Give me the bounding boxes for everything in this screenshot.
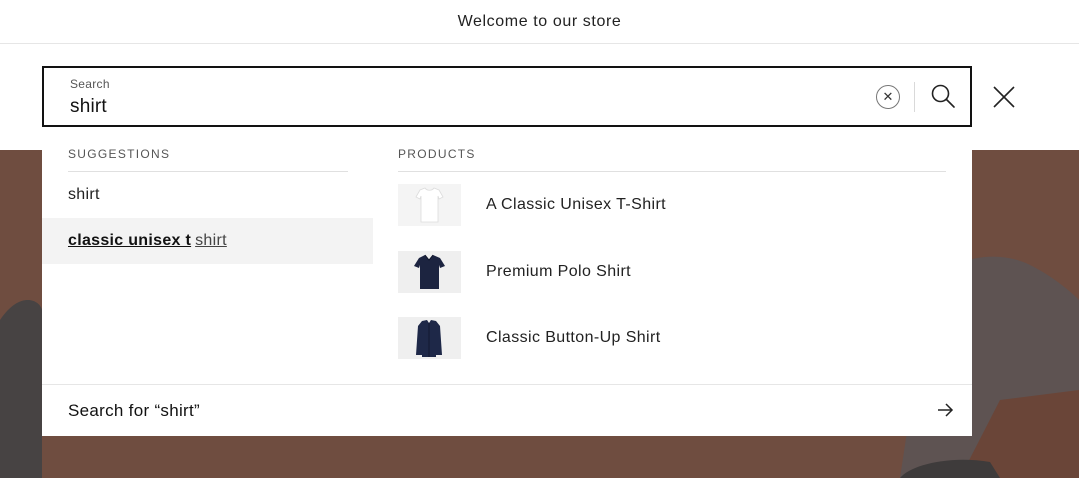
suggestions-heading: SUGGESTIONS: [68, 147, 171, 161]
product-name: A Classic Unisex T-Shirt: [486, 196, 667, 213]
announcement-text: Welcome to our store: [457, 12, 622, 30]
search-for-text: Search for “shirt”: [68, 400, 200, 420]
search-icon: [931, 84, 955, 108]
products-heading: PRODUCTS: [398, 147, 476, 161]
clear-circle-icon: ✕: [882, 89, 894, 104]
suggestion-item[interactable]: shirt: [42, 172, 373, 218]
clear-search-button[interactable]: ✕: [876, 85, 900, 109]
product-thumbnail-navy-button-up: [398, 317, 461, 359]
suggestion-text: shirt: [68, 186, 100, 203]
suggestion-item-highlighted[interactable]: classic unisex t shirt: [42, 218, 373, 264]
products-rule: [398, 171, 946, 172]
product-item[interactable]: A Classic Unisex T-Shirt: [398, 183, 946, 227]
search-label: Search: [70, 77, 110, 91]
product-name: Classic Button-Up Shirt: [486, 329, 661, 346]
search-for-button[interactable]: Search for “shirt”: [42, 385, 972, 436]
close-search-button[interactable]: [990, 83, 1020, 113]
predictive-search-dropdown: SUGGESTIONS shirt classic unisex t shirt …: [42, 127, 972, 436]
product-item[interactable]: Classic Button-Up Shirt: [398, 316, 946, 360]
product-thumbnail-white-tshirt: [398, 184, 461, 226]
search-input[interactable]: shirt: [70, 96, 107, 118]
search-divider: [914, 82, 915, 112]
announcement-bar: Welcome to our store: [0, 0, 1079, 44]
search-field[interactable]: Search shirt ✕: [42, 66, 972, 127]
search-submit-button[interactable]: [930, 83, 956, 109]
close-icon: [993, 86, 1015, 108]
product-thumbnail-navy-polo: [398, 251, 461, 293]
product-name: Premium Polo Shirt: [486, 263, 632, 280]
product-item[interactable]: Premium Polo Shirt: [398, 250, 946, 294]
suggestion-match: classic unisex t: [68, 232, 192, 249]
suggestion-completion: shirt: [195, 232, 227, 249]
arrow-right-icon: [938, 403, 954, 417]
